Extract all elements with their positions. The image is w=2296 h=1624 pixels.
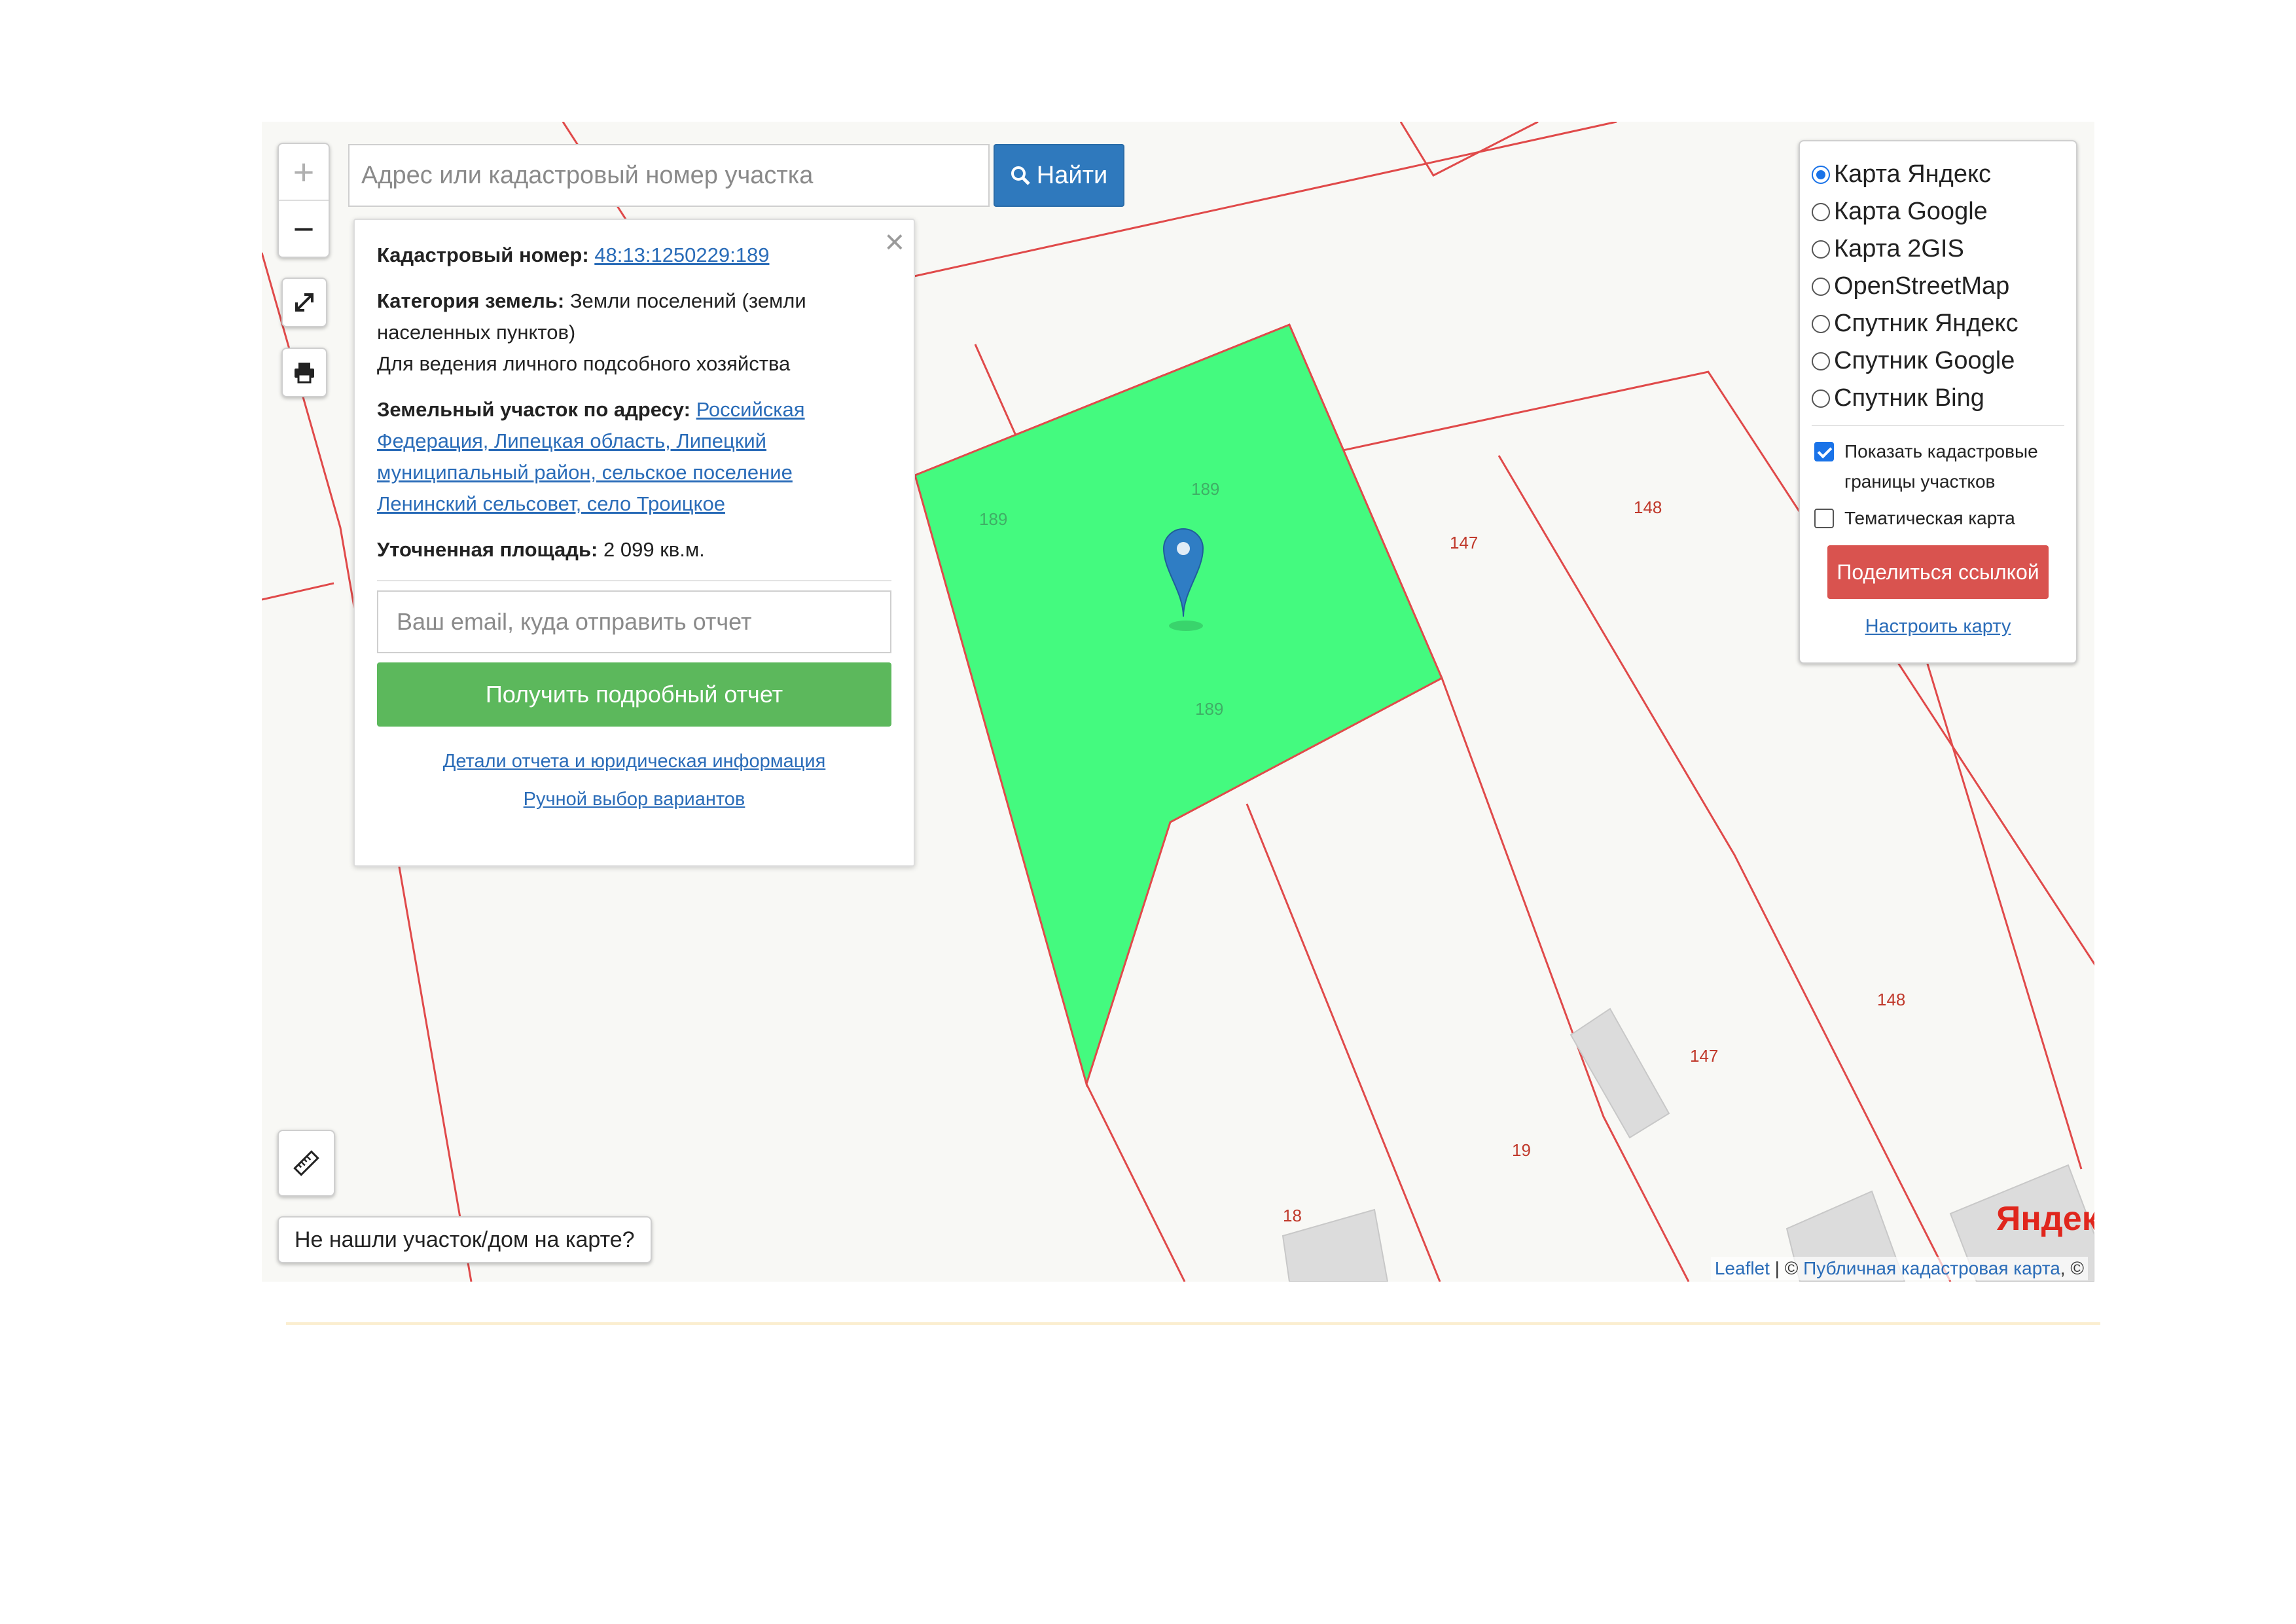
zoom-in-button[interactable]: + <box>279 144 329 201</box>
zoom-out-button[interactable]: − <box>279 201 329 257</box>
parcel-label: 148 <box>1634 497 1662 517</box>
search-input[interactable] <box>348 144 990 207</box>
basemap-label: Спутник Bing <box>1834 384 1984 412</box>
category-label: Категория земель: <box>377 289 565 312</box>
show-borders-label: Показать кадастровые границы участков <box>1844 441 2038 492</box>
ruler-icon <box>293 1150 319 1176</box>
basemap-option[interactable]: Спутник Google <box>1812 342 2064 380</box>
thematic-map-label: Тематическая карта <box>1844 508 2015 528</box>
get-report-button[interactable]: Получить подробный отчет <box>377 662 891 727</box>
show-borders-checkbox[interactable] <box>1814 442 1834 461</box>
manual-selection-link[interactable]: Ручной выбор вариантов <box>524 789 745 810</box>
setup-map-row: Настроить карту <box>1812 616 2064 638</box>
printer-icon <box>295 363 314 384</box>
pkk-link[interactable]: Публичная кадастровая карта <box>1803 1258 2060 1278</box>
divider <box>1812 425 2064 426</box>
layers-panel: Карта Яндекс Карта Google Карта 2GIS OpenSt… <box>1799 140 2077 664</box>
basemap-option[interactable]: Карта Яндекс <box>1812 156 2064 193</box>
footer-strip <box>286 1322 2100 1325</box>
basemap-radio[interactable] <box>1812 277 1830 296</box>
map-view[interactable]: 189 189 189 147 147 148 148 19 18 + − Ад… <box>262 122 2094 1282</box>
parcel-boundary <box>1441 677 1690 1282</box>
area-label: Уточненная площадь: <box>377 538 598 561</box>
divider <box>377 580 891 581</box>
attribution-sep: | © <box>1769 1258 1804 1278</box>
parcel-label: 189 <box>1195 699 1223 719</box>
show-borders-option[interactable]: Показать кадастровые границы участков <box>1812 437 2064 497</box>
address-row: Земельный участок по адресу: Российская … <box>377 394 891 520</box>
cadastral-label: Кадастровый номер: <box>377 244 589 266</box>
cadastral-number-row: Кадастровый номер: 48:13:1250229:189 <box>377 240 891 271</box>
parcel-label: 147 <box>1690 1046 1718 1066</box>
leaflet-link[interactable]: Leaflet <box>1715 1258 1770 1278</box>
attribution-tail: , © <box>2060 1258 2084 1278</box>
parcel-boundary <box>1085 1083 1186 1282</box>
parcel-label: 189 <box>1191 479 1219 499</box>
parcel-label: 189 <box>979 509 1007 529</box>
address-label: Земельный участок по адресу: <box>377 398 691 421</box>
land-category-row: Категория земель: Земли поселений (земли… <box>377 285 891 380</box>
attribution: Leaflet | © Публичная кадастровая карта,… <box>1710 1257 2088 1280</box>
usage-value: Для ведения личного подсобного хозяйства <box>377 352 791 375</box>
share-link-button[interactable]: Поделиться ссылкой <box>1827 545 2049 599</box>
parcel-boundary <box>1246 803 1441 1282</box>
yandex-logo: Яндекс <box>1996 1199 2094 1238</box>
area-row: Уточненная площадь: 2 099 кв.м. <box>377 534 891 566</box>
report-details-link[interactable]: Детали отчета и юридическая информация <box>443 751 826 772</box>
yandex-logo-rest: ндекс <box>2020 1200 2094 1238</box>
print-button[interactable] <box>281 348 327 397</box>
area-unit: кв.м. <box>660 538 705 561</box>
basemap-label: Карта 2GIS <box>1834 235 1964 262</box>
zoom-control: + − <box>278 143 330 258</box>
basemap-radio[interactable] <box>1812 314 1830 333</box>
basemap-radio[interactable] <box>1812 352 1830 370</box>
close-icon[interactable]: × <box>885 225 905 259</box>
search-icon <box>1011 166 1030 185</box>
basemap-option[interactable]: Карта 2GIS <box>1812 230 2064 268</box>
measure-button[interactable] <box>278 1130 335 1197</box>
basemap-label: Спутник Google <box>1834 347 2015 374</box>
cadastral-number-link[interactable]: 48:13:1250229:189 <box>594 244 769 266</box>
yandex-logo-first: Я <box>1996 1200 2021 1238</box>
basemap-radio[interactable] <box>1812 389 1830 408</box>
parcel-label: 148 <box>1877 990 1905 1009</box>
basemap-label: Спутник Яндекс <box>1834 310 2018 337</box>
basemap-list: Карта Яндекс Карта Google Карта 2GIS OpenSt… <box>1812 156 2064 417</box>
setup-map-link[interactable]: Настроить карту <box>1865 616 2011 637</box>
parcel-label: 18 <box>1283 1206 1302 1225</box>
basemap-option[interactable]: Карта Google <box>1812 193 2064 230</box>
email-field[interactable] <box>377 590 891 653</box>
area-value: 2 099 <box>603 538 655 561</box>
parcel-label: 147 <box>1450 533 1478 552</box>
expand-icon <box>295 293 314 312</box>
basemap-option[interactable]: OpenStreetMap <box>1812 268 2064 305</box>
search-button[interactable]: Найти <box>994 144 1124 207</box>
basemap-option[interactable]: Спутник Bing <box>1812 380 2064 417</box>
basemap-radio[interactable] <box>1812 240 1830 259</box>
thematic-map-checkbox[interactable] <box>1814 509 1834 528</box>
selected-parcel <box>914 323 1443 1088</box>
basemap-radio[interactable] <box>1812 202 1830 221</box>
fullscreen-button[interactable] <box>281 278 327 327</box>
basemap-radio[interactable] <box>1812 165 1830 184</box>
parcel-boundary <box>1399 122 1539 177</box>
basemap-label: Карта Яндекс <box>1834 160 1992 188</box>
building <box>1570 1007 1670 1139</box>
thematic-map-option[interactable]: Тематическая карта <box>1812 503 2064 533</box>
parcel-label: 19 <box>1512 1140 1531 1160</box>
search-button-label: Найти <box>1036 161 1108 189</box>
basemap-option[interactable]: Спутник Яндекс <box>1812 305 2064 342</box>
not-found-button[interactable]: Не нашли участок/дом на карте? <box>278 1216 652 1263</box>
popup-links: Детали отчета и юридическая информация Р… <box>377 742 891 818</box>
parcel-boundary <box>262 582 334 601</box>
parcel-info-popup: × Кадастровый номер: 48:13:1250229:189 К… <box>353 219 915 867</box>
basemap-label: OpenStreetMap <box>1834 272 2010 300</box>
basemap-label: Карта Google <box>1834 198 1988 225</box>
